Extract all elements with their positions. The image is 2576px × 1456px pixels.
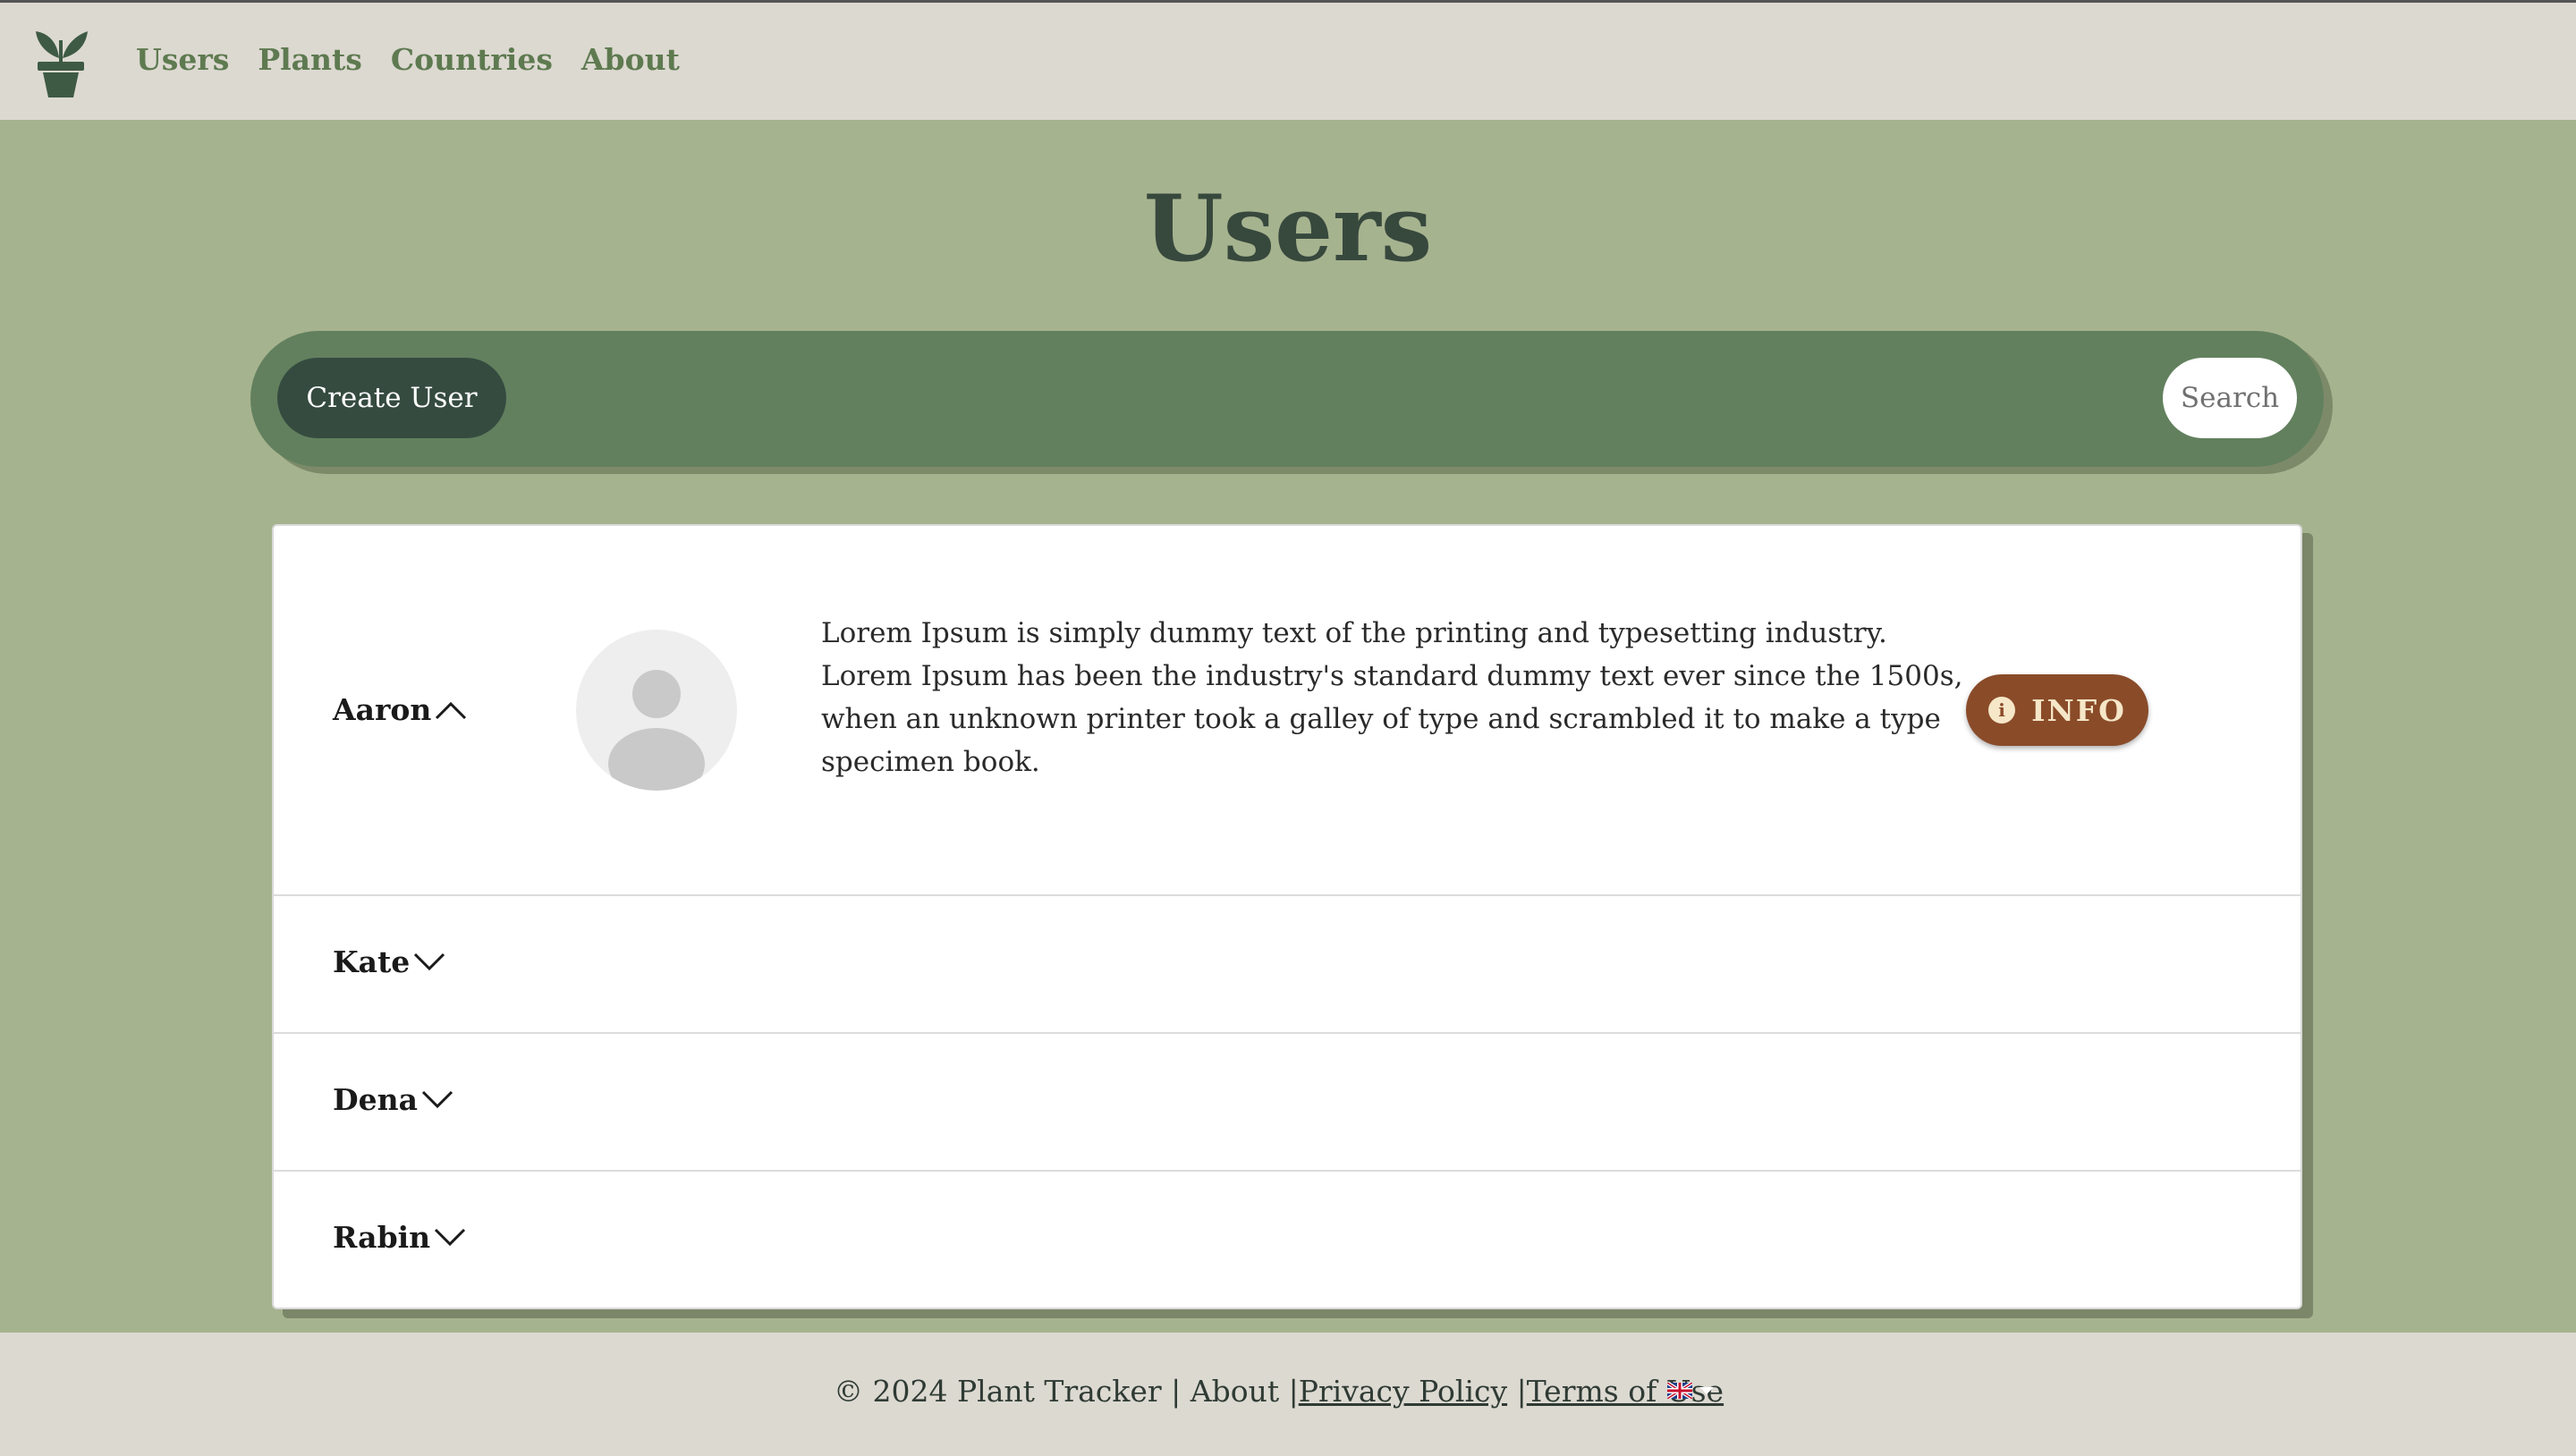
nav-link-countries[interactable]: Countries <box>391 42 553 77</box>
chevron-up-icon <box>436 701 467 719</box>
user-placeholder-icon <box>608 670 705 791</box>
user-name: Dena <box>333 1082 418 1117</box>
user-toggle-kate[interactable]: Kate <box>333 944 445 979</box>
footer-copyright: © 2024 Plant Tracker | About | <box>834 1374 1299 1409</box>
create-user-button[interactable]: Create User <box>277 358 506 438</box>
language-selector[interactable] <box>1667 1383 1714 1399</box>
user-name: Kate <box>333 944 411 979</box>
plant-pot-icon[interactable] <box>32 28 89 99</box>
user-row-kate: Kate <box>274 896 2301 1034</box>
user-toggle-aaron[interactable]: Aaron <box>333 692 467 727</box>
footer-text: © 2024 Plant Tracker | About |Privacy Po… <box>834 1374 1724 1409</box>
nav-link-about[interactable]: About <box>581 42 680 77</box>
nav-links: Users Plants Countries About <box>136 42 680 77</box>
footer-separator: | <box>1507 1374 1527 1409</box>
user-description: Lorem Ipsum is simply dummy text of the … <box>821 617 1963 778</box>
navbar: Users Plants Countries About <box>0 0 2576 120</box>
info-icon: i <box>1988 697 2016 724</box>
toolbar: Create User <box>250 331 2324 467</box>
chevron-down-icon <box>421 1090 453 1108</box>
user-list: Aaron Lorem Ipsum is simply dummy text o… <box>272 524 2302 1309</box>
privacy-policy-link[interactable]: Privacy Policy <box>1299 1374 1507 1409</box>
info-button[interactable]: i INFO <box>1966 674 2148 746</box>
search-input[interactable] <box>2163 358 2297 438</box>
user-toggle-rabin[interactable]: Rabin <box>333 1220 466 1255</box>
caret-down-icon <box>1699 1387 1714 1394</box>
user-row-rabin: Rabin <box>274 1172 2301 1308</box>
nav-link-plants[interactable]: Plants <box>258 42 362 77</box>
footer: © 2024 Plant Tracker | About |Privacy Po… <box>0 1333 2576 1456</box>
avatar <box>576 630 737 791</box>
user-name: Rabin <box>333 1220 431 1255</box>
page-title: Users <box>1143 175 1433 283</box>
user-row-dena: Dena <box>274 1034 2301 1172</box>
chevron-down-icon <box>414 952 445 970</box>
nav-link-users[interactable]: Users <box>136 42 229 77</box>
info-label: INFO <box>2031 692 2126 728</box>
user-toggle-dena[interactable]: Dena <box>333 1082 453 1117</box>
user-row-aaron: Aaron Lorem Ipsum is simply dummy text o… <box>274 526 2301 896</box>
user-name: Aaron <box>333 692 432 727</box>
uk-flag-icon <box>1667 1383 1692 1399</box>
chevron-down-icon <box>435 1228 466 1246</box>
